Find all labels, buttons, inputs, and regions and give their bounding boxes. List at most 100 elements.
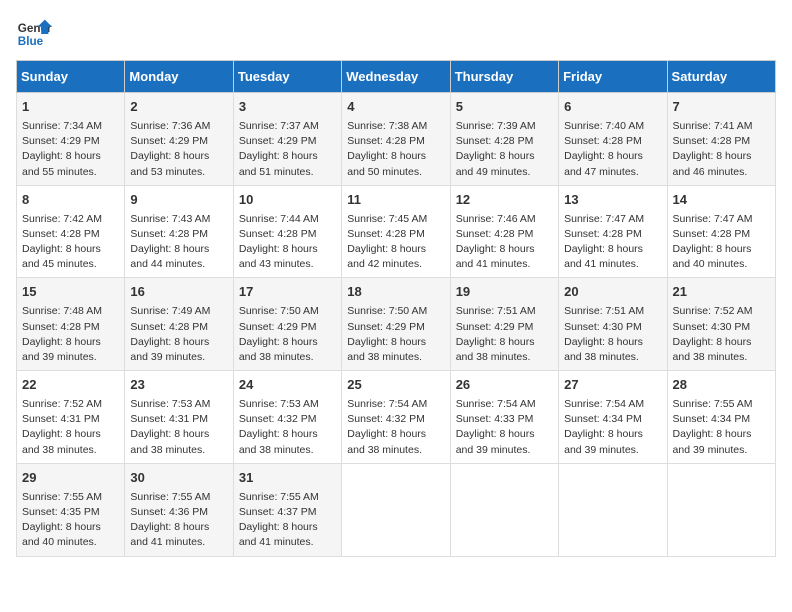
daylight-text: Daylight: 8 hours and 44 minutes. [130, 242, 227, 272]
sunset-text: Sunset: 4:29 PM [456, 320, 553, 335]
header-tuesday: Tuesday [233, 61, 341, 93]
sunrise-text: Sunrise: 7:42 AM [22, 212, 119, 227]
sunrise-text: Sunrise: 7:47 AM [673, 212, 770, 227]
calendar-cell: 21Sunrise: 7:52 AMSunset: 4:30 PMDayligh… [667, 278, 775, 371]
sunset-text: Sunset: 4:34 PM [673, 412, 770, 427]
day-number: 2 [130, 98, 227, 117]
calendar-cell: 7Sunrise: 7:41 AMSunset: 4:28 PMDaylight… [667, 93, 775, 186]
calendar-cell: 18Sunrise: 7:50 AMSunset: 4:29 PMDayligh… [342, 278, 450, 371]
calendar-cell [667, 463, 775, 556]
sunrise-text: Sunrise: 7:45 AM [347, 212, 444, 227]
day-number: 22 [22, 376, 119, 395]
day-number: 17 [239, 283, 336, 302]
daylight-text: Daylight: 8 hours and 38 minutes. [347, 335, 444, 365]
sunset-text: Sunset: 4:28 PM [239, 227, 336, 242]
day-number: 3 [239, 98, 336, 117]
calendar-cell: 9Sunrise: 7:43 AMSunset: 4:28 PMDaylight… [125, 185, 233, 278]
calendar-cell: 24Sunrise: 7:53 AMSunset: 4:32 PMDayligh… [233, 371, 341, 464]
sunrise-text: Sunrise: 7:54 AM [564, 397, 661, 412]
daylight-text: Daylight: 8 hours and 38 minutes. [239, 427, 336, 457]
daylight-text: Daylight: 8 hours and 47 minutes. [564, 149, 661, 179]
sunrise-text: Sunrise: 7:46 AM [456, 212, 553, 227]
day-number: 29 [22, 469, 119, 488]
daylight-text: Daylight: 8 hours and 41 minutes. [239, 520, 336, 550]
sunrise-text: Sunrise: 7:37 AM [239, 119, 336, 134]
daylight-text: Daylight: 8 hours and 40 minutes. [673, 242, 770, 272]
daylight-text: Daylight: 8 hours and 41 minutes. [130, 520, 227, 550]
daylight-text: Daylight: 8 hours and 38 minutes. [239, 335, 336, 365]
calendar-cell: 14 Sunrise: 7:47 AMSunset: 4:28 PMDayligh… [667, 185, 775, 278]
day-number: 11 [347, 191, 444, 210]
week-row-3: 15Sunrise: 7:48 AMSunset: 4:28 PMDayligh… [17, 278, 776, 371]
logo-icon: General Blue [16, 16, 52, 52]
header-monday: Monday [125, 61, 233, 93]
daylight-text: Daylight: 8 hours and 38 minutes. [564, 335, 661, 365]
day-number: 7 [673, 98, 770, 117]
week-row-2: 8Sunrise: 7:42 AMSunset: 4:28 PMDaylight… [17, 185, 776, 278]
sunset-text: Sunset: 4:28 PM [130, 320, 227, 335]
sunrise-text: Sunrise: 7:54 AM [347, 397, 444, 412]
sunset-text: Sunset: 4:37 PM [239, 505, 336, 520]
header-thursday: Thursday [450, 61, 558, 93]
sunset-text: Sunset: 4:28 PM [22, 320, 119, 335]
svg-text:Blue: Blue [18, 35, 44, 48]
sunset-text: Sunset: 4:28 PM [673, 134, 770, 149]
sunrise-text: Sunrise: 7:55 AM [239, 490, 336, 505]
daylight-text: Daylight: 8 hours and 43 minutes. [239, 242, 336, 272]
sunset-text: Sunset: 4:29 PM [347, 320, 444, 335]
daylight-text: Daylight: 8 hours and 46 minutes. [673, 149, 770, 179]
calendar-cell [342, 463, 450, 556]
calendar-cell [559, 463, 667, 556]
sunrise-text: Sunrise: 7:43 AM [130, 212, 227, 227]
calendar-cell: 13Sunrise: 7:47 AMSunset: 4:28 PMDayligh… [559, 185, 667, 278]
day-number: 19 [456, 283, 553, 302]
calendar-cell: 4Sunrise: 7:38 AMSunset: 4:28 PMDaylight… [342, 93, 450, 186]
daylight-text: Daylight: 8 hours and 50 minutes. [347, 149, 444, 179]
calendar-cell: 30Sunrise: 7:55 AMSunset: 4:36 PMDayligh… [125, 463, 233, 556]
calendar-cell: 12Sunrise: 7:46 AMSunset: 4:28 PMDayligh… [450, 185, 558, 278]
calendar-cell: 5Sunrise: 7:39 AMSunset: 4:28 PMDaylight… [450, 93, 558, 186]
sunset-text: Sunset: 4:29 PM [22, 134, 119, 149]
calendar-cell: 17Sunrise: 7:50 AMSunset: 4:29 PMDayligh… [233, 278, 341, 371]
calendar-cell [450, 463, 558, 556]
sunset-text: Sunset: 4:32 PM [347, 412, 444, 427]
day-number: 16 [130, 283, 227, 302]
sunrise-text: Sunrise: 7:53 AM [130, 397, 227, 412]
day-number: 30 [130, 469, 227, 488]
daylight-text: Daylight: 8 hours and 39 minutes. [673, 427, 770, 457]
sunrise-text: Sunrise: 7:36 AM [130, 119, 227, 134]
daylight-text: Daylight: 8 hours and 38 minutes. [347, 427, 444, 457]
sunset-text: Sunset: 4:36 PM [130, 505, 227, 520]
day-number: 21 [673, 283, 770, 302]
day-number: 1 [22, 98, 119, 117]
sunrise-text: Sunrise: 7:55 AM [673, 397, 770, 412]
sunset-text: Sunset: 4:30 PM [564, 320, 661, 335]
sunset-text: Sunset: 4:28 PM [456, 227, 553, 242]
page-header: General Blue [16, 16, 776, 52]
header-wednesday: Wednesday [342, 61, 450, 93]
calendar-cell: 25Sunrise: 7:54 AMSunset: 4:32 PMDayligh… [342, 371, 450, 464]
calendar-cell: 27Sunrise: 7:54 AMSunset: 4:34 PMDayligh… [559, 371, 667, 464]
sunrise-text: Sunrise: 7:50 AM [347, 304, 444, 319]
sunset-text: Sunset: 4:28 PM [673, 227, 770, 242]
sunrise-text: Sunrise: 7:34 AM [22, 119, 119, 134]
calendar-cell: 8Sunrise: 7:42 AMSunset: 4:28 PMDaylight… [17, 185, 125, 278]
sunrise-text: Sunrise: 7:38 AM [347, 119, 444, 134]
calendar-table: SundayMondayTuesdayWednesdayThursdayFrid… [16, 60, 776, 557]
calendar-cell: 6Sunrise: 7:40 AMSunset: 4:28 PMDaylight… [559, 93, 667, 186]
calendar-cell: 29Sunrise: 7:55 AMSunset: 4:35 PMDayligh… [17, 463, 125, 556]
sunrise-text: Sunrise: 7:49 AM [130, 304, 227, 319]
sunset-text: Sunset: 4:34 PM [564, 412, 661, 427]
daylight-text: Daylight: 8 hours and 49 minutes. [456, 149, 553, 179]
daylight-text: Daylight: 8 hours and 41 minutes. [564, 242, 661, 272]
sunrise-text: Sunrise: 7:53 AM [239, 397, 336, 412]
sunrise-text: Sunrise: 7:39 AM [456, 119, 553, 134]
sunset-text: Sunset: 4:28 PM [22, 227, 119, 242]
header-friday: Friday [559, 61, 667, 93]
sunset-text: Sunset: 4:28 PM [564, 227, 661, 242]
day-number: 9 [130, 191, 227, 210]
day-number: 14 [673, 191, 770, 210]
sunset-text: Sunset: 4:28 PM [347, 134, 444, 149]
day-number: 27 [564, 376, 661, 395]
sunset-text: Sunset: 4:28 PM [347, 227, 444, 242]
